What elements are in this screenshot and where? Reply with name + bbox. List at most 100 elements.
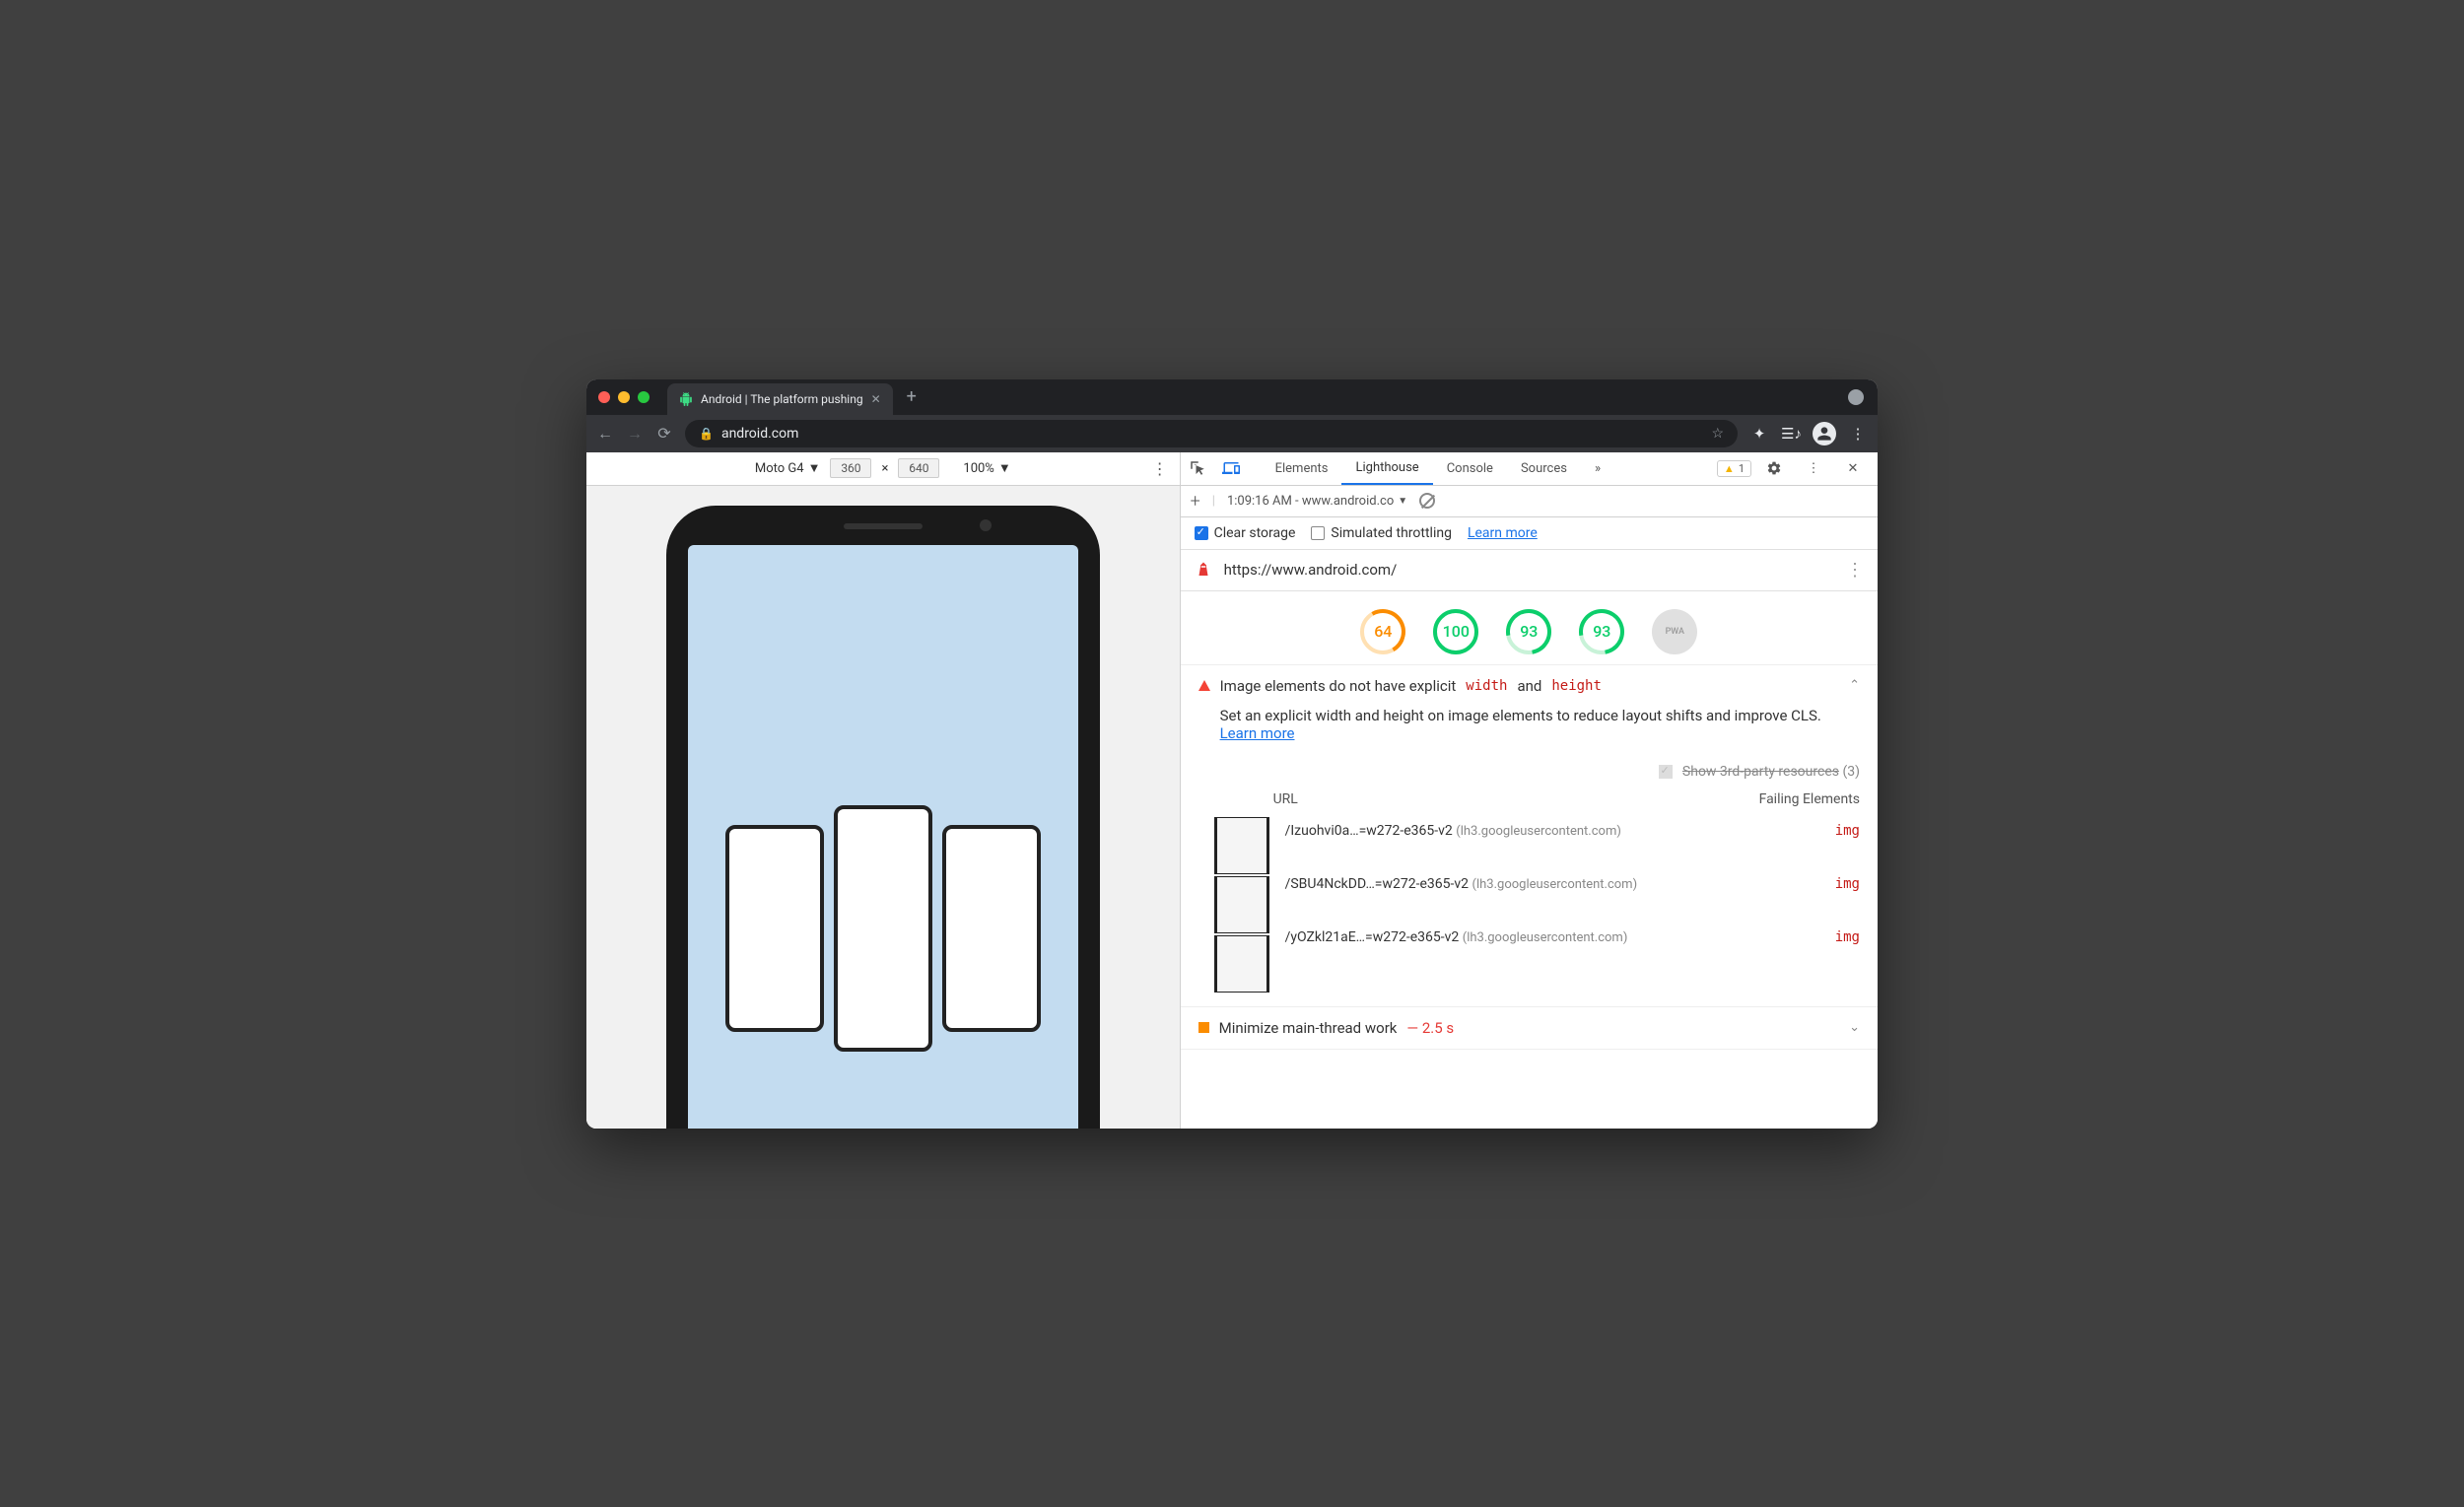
audit-main-thread: Minimize main-thread work — 2.5 s ⌄ [1181,1007,1878,1050]
code-width: width [1466,678,1507,694]
toggle-device-icon[interactable] [1214,452,1248,485]
fail-triangle-icon [1198,680,1210,691]
audit-learn-more-link[interactable]: Learn more [1220,724,1295,742]
front-camera [980,519,992,531]
forward-button[interactable]: → [626,424,644,444]
audit-metric: — 2.5 s [1406,1019,1454,1037]
report-menu-icon[interactable]: ⋮ [1846,560,1864,581]
simulated-throttling-checkbox[interactable] [1311,526,1325,540]
report-selector[interactable]: 1:09:16 AM - www.android.co ▼ [1227,494,1407,509]
report-timestamp: 1:09:16 AM - www.android.co [1227,494,1394,509]
window-controls [598,391,650,403]
warnings-badge[interactable]: ▲ 1 [1717,460,1751,477]
third-party-checkbox[interactable] [1659,765,1673,779]
dropdown-icon: ▼ [808,460,821,476]
back-button[interactable]: ← [596,424,614,444]
col-failing: Failing Elements [1722,791,1860,807]
audit-header[interactable]: Minimize main-thread work — 2.5 s ⌄ [1181,1007,1878,1049]
omnibox[interactable]: 🔒 android.com ☆ [685,420,1738,447]
device-name: Moto G4 [755,461,804,476]
performance-score[interactable]: 64 [1360,609,1405,654]
lighthouse-toolbar: + | 1:09:16 AM - www.android.co ▼ [1181,486,1878,517]
audit-image-dimensions: Image elements do not have explicit widt… [1181,665,1878,1007]
width-input[interactable] [830,458,871,478]
android-favicon [679,392,693,406]
lighthouse-options: Clear storage Simulated throttling Learn… [1181,517,1878,550]
tab-lighthouse[interactable]: Lighthouse [1341,452,1432,485]
tab-title: Android | The platform pushing [701,392,863,406]
clear-icon[interactable] [1419,493,1435,509]
element-thumbnail [1214,876,1269,933]
reload-button[interactable]: ⟳ [655,424,673,443]
bookmark-star-icon[interactable]: ☆ [1711,426,1724,442]
browser-tab[interactable]: Android | The platform pushing ✕ [667,383,893,415]
devtools-tabs: Elements Lighthouse Console Sources » ▲ … [1181,452,1878,486]
tab-sources[interactable]: Sources [1507,452,1581,485]
zoom-value: 100% [963,461,993,476]
clear-storage-checkbox[interactable] [1195,526,1208,540]
close-devtools-icon[interactable]: ✕ [1836,461,1870,476]
table-row: /yOZkl21aE…=w272-e365-v2 (lh3.googleuser… [1285,924,1860,951]
chrome-account-indicator[interactable] [1848,389,1864,405]
more-tabs-icon[interactable]: » [1581,452,1614,485]
chevron-down-icon: ⌄ [1849,1020,1860,1035]
third-party-label: Show 3rd-party resources [1682,764,1839,780]
maximize-window-button[interactable] [638,391,650,403]
phone-screen[interactable] [688,545,1078,1129]
hero-phone-3 [942,825,1041,1032]
table-row: /Izuohvi0a…=w272-e365-v2 (lh3.googleuser… [1285,817,1860,845]
browser-window: Android | The platform pushing ✕ + ← → ⟳… [586,379,1878,1129]
col-url: URL [1273,791,1722,807]
height-input[interactable] [898,458,939,478]
devtools-menu-icon[interactable]: ⋮ [1797,461,1830,476]
lighthouse-icon [1195,561,1212,579]
close-window-button[interactable] [598,391,610,403]
failing-element-tag: img [1722,876,1860,892]
learn-more-link[interactable]: Learn more [1468,525,1538,541]
code-height: height [1551,678,1602,694]
table-header: URL Failing Elements [1214,786,1860,817]
clear-storage-option[interactable]: Clear storage [1195,525,1296,541]
address-bar: ← → ⟳ 🔒 android.com ☆ ✦ ☰♪ ⋮ [586,415,1878,452]
third-party-count: (3) [1842,764,1860,780]
minimize-window-button[interactable] [618,391,630,403]
new-report-button[interactable]: + [1191,491,1200,512]
dimension-separator: × [881,461,888,476]
emulated-viewport: Google serves cookies to analyze traffic… [586,486,1180,1129]
failing-elements-table: URL Failing Elements /Izuohvi0a…=w272-e3… [1181,786,1878,1006]
settings-gear-icon[interactable] [1757,460,1791,476]
tab-elements[interactable]: Elements [1262,452,1342,485]
close-tab-icon[interactable]: ✕ [871,392,881,406]
reading-list-icon[interactable]: ☰♪ [1781,425,1801,443]
extensions-icon[interactable]: ✦ [1749,425,1769,443]
lock-icon: 🔒 [699,427,714,441]
tab-console[interactable]: Console [1433,452,1507,485]
element-thumbnail [1214,935,1269,993]
seo-score[interactable]: 93 [1579,609,1624,654]
accessibility-score[interactable]: 100 [1433,609,1478,654]
tested-url: https://www.android.com/ [1224,561,1398,579]
device-mode-pane: Moto G4 ▼ × 100% ▼ ⋮ [586,452,1181,1129]
device-toolbar-menu-icon[interactable]: ⋮ [1152,459,1168,478]
tested-url-row: https://www.android.com/ ⋮ [1181,550,1878,591]
profile-avatar[interactable] [1813,422,1836,445]
audit-conj: and [1517,677,1541,695]
third-party-toggle[interactable]: Show 3rd-party resources (3) [1181,756,1878,786]
chrome-menu-icon[interactable]: ⋮ [1848,425,1868,443]
new-tab-button[interactable]: + [907,386,917,407]
failing-element-tag: img [1722,929,1860,945]
warning-icon: ▲ [1724,462,1735,475]
thumbnail-stack [1214,817,1269,993]
device-selector[interactable]: Moto G4 ▼ [755,460,821,476]
inspect-element-icon[interactable] [1181,452,1214,485]
zoom-selector[interactable]: 100% ▼ [963,460,1010,476]
chevron-up-icon: ⌃ [1849,678,1860,693]
hero-phone-1 [725,825,824,1032]
element-thumbnail [1214,817,1269,874]
best-practices-score[interactable]: 93 [1506,609,1551,654]
audit-title: Minimize main-thread work [1219,1019,1398,1037]
audit-title-prefix: Image elements do not have explicit [1220,677,1457,695]
audit-header[interactable]: Image elements do not have explicit widt… [1181,665,1878,707]
simulated-throttling-option[interactable]: Simulated throttling [1311,525,1452,541]
pwa-score[interactable]: PWA [1652,609,1697,654]
